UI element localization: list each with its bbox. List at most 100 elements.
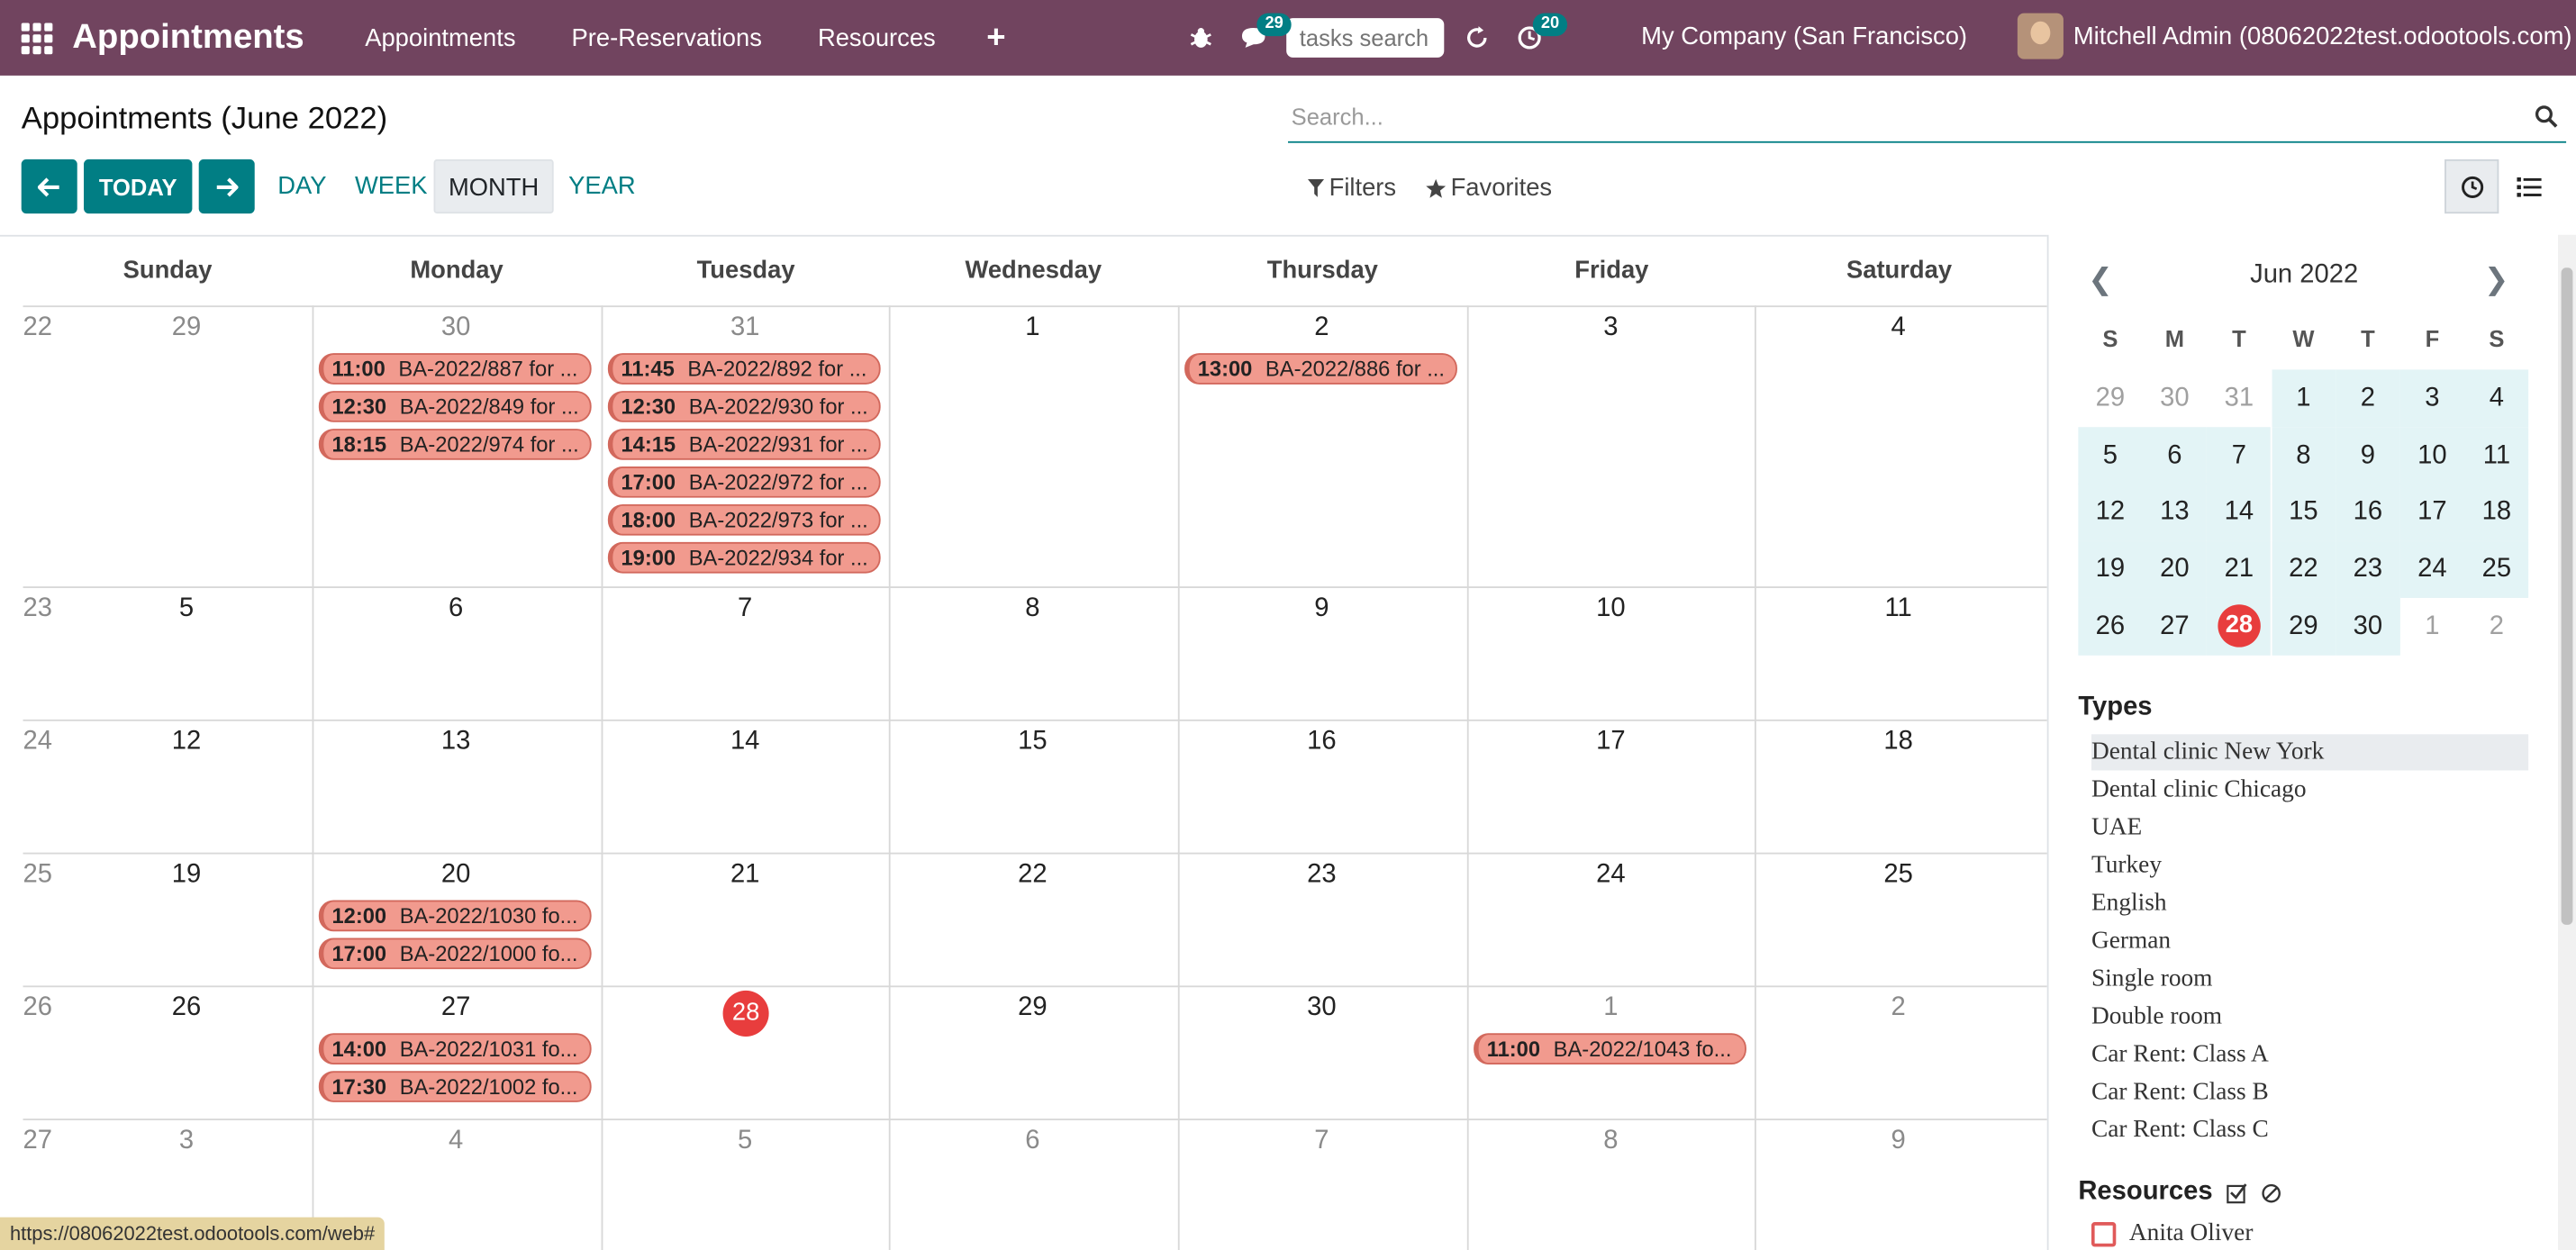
mini-calendar-day[interactable]: 14	[2207, 483, 2272, 541]
mini-calendar-day[interactable]: 12	[2078, 483, 2143, 541]
type-filter-item[interactable]: Car Rent: Class C	[2091, 1112, 2528, 1148]
date-number[interactable]: 19	[42, 861, 330, 891]
apps-menu-icon[interactable]	[0, 22, 72, 54]
deselect-all-icon[interactable]	[2261, 1182, 2282, 1203]
mini-calendar-day[interactable]: 4	[2464, 369, 2529, 428]
date-number[interactable]: 1	[889, 313, 1176, 343]
scrollbar-thumb[interactable]	[2561, 267, 2573, 925]
date-number[interactable]: 26	[42, 994, 330, 1024]
select-all-icon[interactable]	[2226, 1182, 2247, 1203]
date-number[interactable]: 24	[1467, 861, 1755, 891]
company-switcher[interactable]: My Company (San Francisco)	[1641, 23, 1967, 51]
scale-day-button[interactable]: DAY	[265, 159, 340, 213]
calendar-event[interactable]: 18:00 BA-2022/973 for ...	[607, 503, 881, 536]
activities-clock-icon[interactable]: 20	[1503, 0, 1568, 76]
calendar-event[interactable]: 12:00 BA-2022/1030 fo...	[318, 900, 592, 932]
menu-pre-reservations[interactable]: Pre-Reservations	[544, 23, 790, 51]
date-number[interactable]: 30	[313, 313, 600, 343]
date-number[interactable]: 22	[889, 861, 1176, 891]
date-number[interactable]: 9	[1178, 594, 1465, 624]
date-number[interactable]: 7	[1178, 1127, 1465, 1156]
mini-calendar-day[interactable]: 24	[2399, 540, 2464, 599]
date-number[interactable]: 25	[1755, 861, 2042, 891]
date-number[interactable]: 31	[602, 313, 889, 343]
mini-calendar-day[interactable]: 11	[2464, 426, 2529, 485]
type-filter-item[interactable]: Dental clinic New York	[2091, 734, 2529, 771]
scale-week-button[interactable]: WEEK	[341, 159, 440, 213]
date-number[interactable]: 5	[42, 594, 330, 624]
mini-calendar-day[interactable]: 9	[2336, 426, 2400, 485]
calendar-event[interactable]: 11:00 BA-2022/887 for ...	[318, 353, 592, 385]
type-filter-item[interactable]: Double room	[2091, 999, 2528, 1035]
tasks-search-input[interactable]	[1286, 18, 1445, 58]
mini-calendar-day[interactable]: 2	[2464, 598, 2528, 656]
date-number[interactable]: 29	[42, 313, 330, 343]
type-filter-item[interactable]: Dental clinic Chicago	[2091, 772, 2528, 808]
date-number[interactable]: 8	[889, 594, 1176, 624]
type-filter-item[interactable]: English	[2091, 885, 2528, 921]
calendar-event[interactable]: 11:00 BA-2022/1043 fo...	[1474, 1033, 1746, 1064]
resource-item[interactable]: Anita Oliver	[2091, 1220, 2253, 1248]
date-number[interactable]: 16	[1178, 728, 1465, 757]
menu-appointments[interactable]: Appointments	[337, 23, 543, 51]
scale-year-button[interactable]: YEAR	[556, 159, 649, 213]
mini-calendar-day[interactable]: 13	[2142, 483, 2207, 541]
date-number[interactable]: 23	[1178, 861, 1465, 891]
calendar-event[interactable]: 14:15 BA-2022/931 for ...	[607, 429, 881, 460]
calendar-event[interactable]: 11:45 BA-2022/892 for ...	[607, 353, 881, 385]
menu-resources[interactable]: Resources	[790, 23, 964, 51]
date-number[interactable]: 10	[1467, 594, 1755, 624]
date-number[interactable]: 4	[313, 1127, 600, 1156]
mini-calendar-day[interactable]: 31	[2207, 369, 2271, 427]
mini-calendar-day[interactable]: 27	[2142, 597, 2207, 656]
calendar-view-button[interactable]	[2444, 159, 2499, 214]
list-view-button[interactable]	[2502, 159, 2556, 213]
type-filter-item[interactable]: UAE	[2091, 810, 2528, 846]
mini-calendar-day[interactable]: 5	[2078, 426, 2143, 485]
mini-calendar-day[interactable]: 19	[2078, 540, 2143, 599]
mini-calendar-day[interactable]: 29	[2271, 597, 2336, 656]
mini-calendar-day[interactable]: 10	[2399, 426, 2464, 485]
calendar-event[interactable]: 18:15 BA-2022/974 for ...	[318, 429, 592, 460]
date-number[interactable]: 3	[42, 1127, 330, 1156]
mini-calendar-day[interactable]: 6	[2142, 426, 2207, 485]
calendar-event[interactable]: 19:00 BA-2022/934 for ...	[607, 541, 881, 574]
add-menu-icon[interactable]: +	[964, 19, 1029, 57]
user-menu[interactable]: Mitchell Admin (08062022test.odootools.c…	[2017, 13, 2572, 59]
mini-calendar-day[interactable]: 25	[2464, 540, 2529, 599]
search-input[interactable]: Search...	[1288, 92, 2567, 143]
date-number[interactable]: 30	[1178, 994, 1465, 1024]
mini-calendar-day[interactable]: 7	[2207, 426, 2272, 485]
today-date-marker[interactable]: 28	[722, 990, 769, 1037]
search-icon[interactable]	[2535, 105, 2558, 129]
resource-checkbox[interactable]	[2091, 1222, 2117, 1247]
date-number[interactable]: 6	[313, 594, 600, 624]
date-number[interactable]: 20	[313, 861, 600, 891]
date-number[interactable]: 29	[889, 994, 1176, 1024]
refresh-icon[interactable]	[1451, 0, 1503, 76]
debug-bug-icon[interactable]	[1175, 0, 1227, 76]
date-number[interactable]: 27	[313, 994, 600, 1024]
mini-calendar-day[interactable]: 30	[2336, 597, 2400, 656]
date-number[interactable]: 18	[1755, 728, 2042, 757]
date-number[interactable]: 2	[1755, 994, 2042, 1024]
date-number[interactable]: 9	[1755, 1127, 2042, 1156]
date-number[interactable]: 17	[1467, 728, 1755, 757]
favorites-button[interactable]: Favorites	[1426, 174, 1552, 202]
mini-calendar-day[interactable]: 21	[2207, 540, 2272, 599]
mini-calendar-day[interactable]: 23	[2336, 540, 2400, 599]
calendar-event[interactable]: 13:00 BA-2022/886 for ...	[1184, 353, 1457, 385]
type-filter-item[interactable]: Single room	[2091, 961, 2528, 997]
calendar-event[interactable]: 17:00 BA-2022/1000 fo...	[318, 938, 592, 970]
mini-calendar-day[interactable]: 30	[2143, 369, 2207, 427]
date-number[interactable]: 15	[889, 728, 1176, 757]
date-number[interactable]: 21	[602, 861, 889, 891]
type-filter-item[interactable]: German	[2091, 923, 2528, 959]
calendar-event[interactable]: 14:00 BA-2022/1031 fo...	[318, 1033, 592, 1064]
date-number[interactable]: 2	[1178, 313, 1465, 343]
date-number[interactable]: 11	[1755, 594, 2042, 624]
mini-calendar-day[interactable]: 22	[2271, 540, 2336, 599]
mini-next-icon[interactable]: ❯	[2484, 263, 2509, 297]
date-number[interactable]: 3	[1467, 313, 1755, 343]
mini-calendar-day[interactable]: 3	[2399, 369, 2464, 428]
